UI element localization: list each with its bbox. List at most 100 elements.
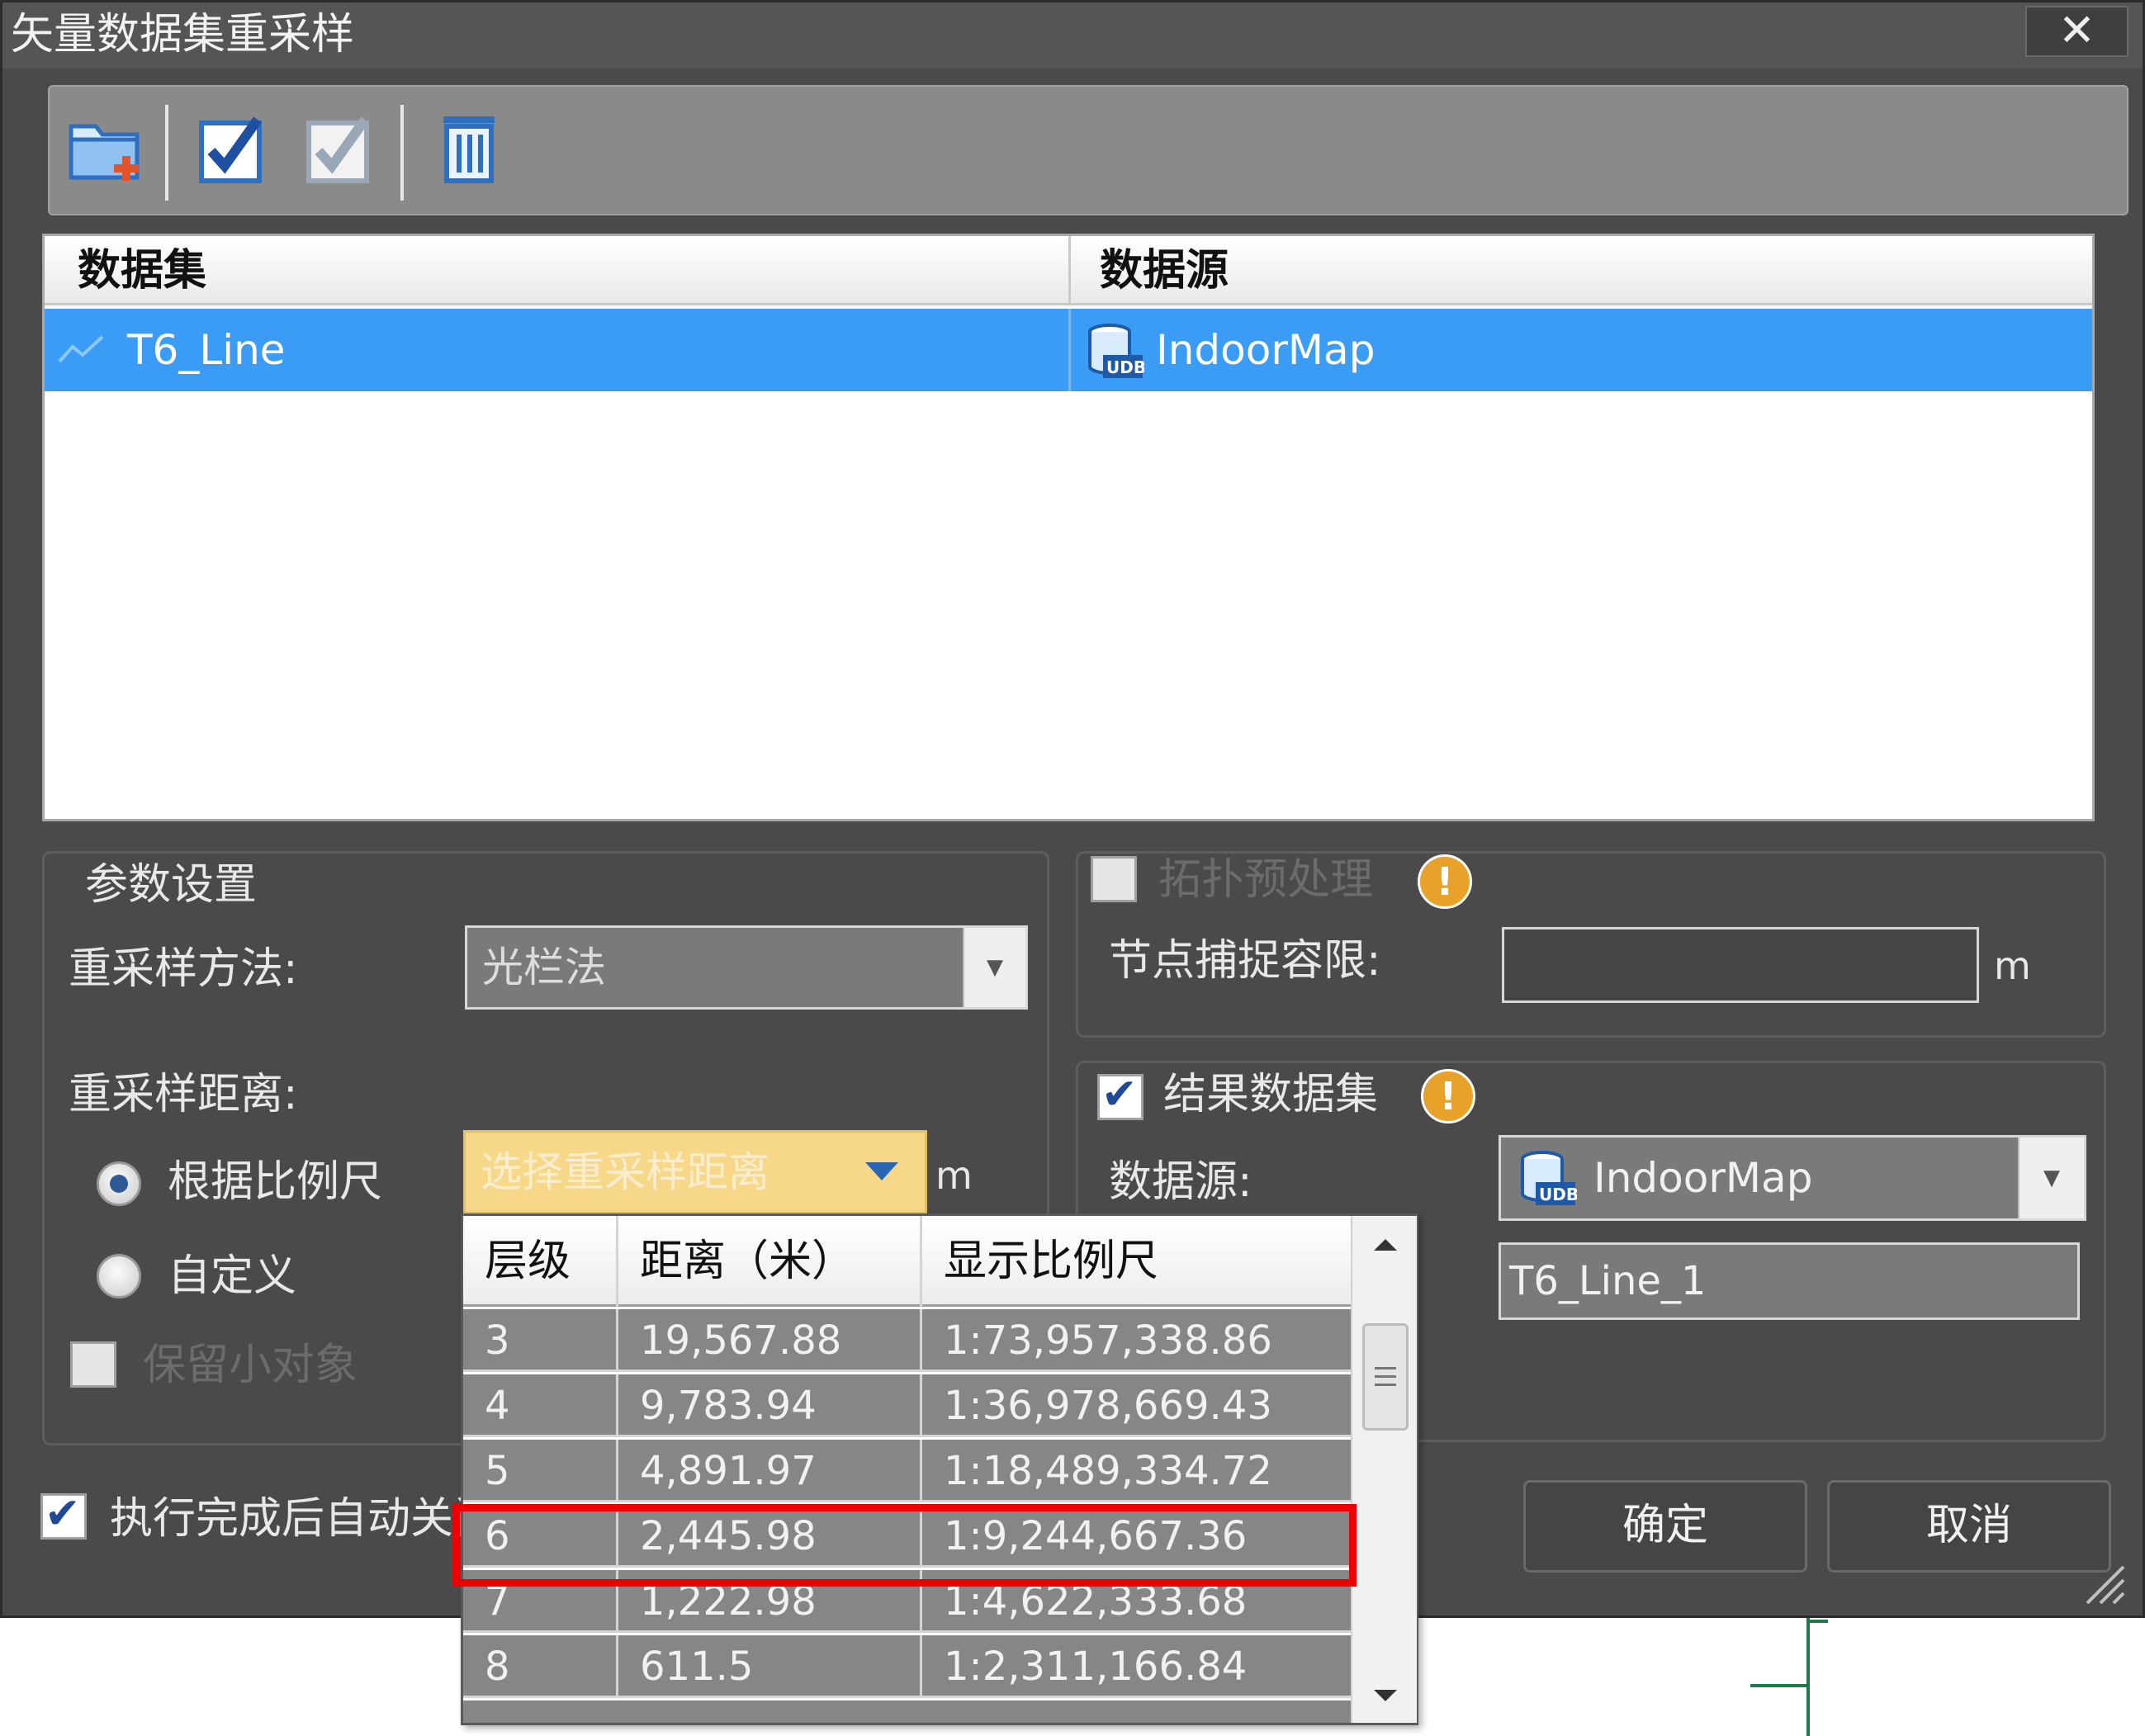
chevron-down-icon: ▼ xyxy=(987,955,1003,980)
column-header-dataset[interactable]: 数据集 xyxy=(78,236,1052,305)
database-udb-icon: UDB xyxy=(1521,1151,1577,1205)
row-distance: 611.5 xyxy=(640,1644,754,1690)
resize-grip-icon[interactable] xyxy=(2079,1559,2128,1608)
svg-text:UDB: UDB xyxy=(1106,357,1144,377)
dropdown-column-distance: 距离（米） xyxy=(640,1237,855,1286)
keep-small-objects-label: 保留小对象 xyxy=(143,1341,358,1390)
radio-custom-label[interactable]: 自定义 xyxy=(168,1249,296,1303)
background-line xyxy=(1750,1684,1808,1687)
toolbar xyxy=(48,85,2128,215)
row-level: 7 xyxy=(485,1578,510,1625)
check-all-icon xyxy=(199,116,262,183)
row-level: 3 xyxy=(485,1317,510,1364)
row-scale: 1:36,978,669.43 xyxy=(944,1383,1272,1429)
scroll-up-icon[interactable] xyxy=(1367,1232,1404,1257)
distance-dropdown-button[interactable] xyxy=(854,1149,912,1195)
list-header: 数据集 数据源 xyxy=(45,236,2092,305)
distance-combobox[interactable]: 选择重采样距离 xyxy=(463,1130,927,1214)
distance-dropdown-panel: 层级 距离（米） 显示比例尺 3 19,567.88 1:73,957,338.… xyxy=(461,1213,1418,1725)
result-title: 结果数据集 xyxy=(1163,1070,1379,1119)
method-value: 光栏法 xyxy=(482,944,606,991)
invert-selection-button[interactable] xyxy=(297,105,388,196)
row-distance: 1,222.98 xyxy=(640,1578,817,1625)
triangle-down-icon xyxy=(865,1162,898,1180)
ok-button[interactable]: 确定 xyxy=(1523,1480,1807,1573)
database-udb-icon: UDB xyxy=(1088,324,1144,378)
dropdown-row[interactable]: 3 19,567.88 1:73,957,338.86 xyxy=(463,1309,1351,1372)
row-scale: 1:9,244,667.36 xyxy=(944,1513,1248,1559)
chevron-down-icon: ▼ xyxy=(2043,1166,2060,1190)
result-dataset-value: T6_Line_1 xyxy=(1509,1258,1707,1304)
method-label: 重采样方法: xyxy=(69,944,298,994)
column-header-datasource[interactable]: 数据源 xyxy=(1100,236,2074,305)
svg-text:UDB: UDB xyxy=(1539,1185,1577,1204)
topology-checkbox[interactable] xyxy=(1091,856,1137,902)
result-warning-icon: ! xyxy=(1421,1069,1475,1123)
close-icon: ✕ xyxy=(2057,4,2096,56)
radio-by-scale-label[interactable]: 根据比例尺 xyxy=(168,1155,382,1209)
row-distance: 2,445.98 xyxy=(640,1513,817,1559)
title-bar: 矢量数据集重采样 ✕ xyxy=(2,2,2143,69)
select-all-button[interactable] xyxy=(190,105,281,196)
check-invert-icon xyxy=(306,116,369,183)
result-datasource-value: IndoorMap xyxy=(1593,1154,1813,1202)
keep-small-objects-checkbox[interactable] xyxy=(70,1341,116,1388)
snap-tolerance-input[interactable] xyxy=(1502,927,1979,1003)
row-level: 8 xyxy=(485,1644,510,1690)
delete-button[interactable] xyxy=(425,105,516,196)
radio-custom[interactable] xyxy=(97,1254,141,1298)
row-scale: 1:4,622,333.68 xyxy=(944,1578,1248,1625)
background-line xyxy=(1806,1618,1810,1736)
dropdown-row[interactable]: 4 9,783.94 1:36,978,669.43 xyxy=(463,1374,1351,1437)
grip-icon xyxy=(1375,1367,1396,1386)
distance-label: 重采样距离: xyxy=(69,1070,298,1119)
row-scale: 1:2,311,166.84 xyxy=(944,1644,1248,1690)
method-dropdown-button[interactable]: ▼ xyxy=(963,928,1025,1007)
method-combobox[interactable]: 光栏法 ▼ xyxy=(465,925,1028,1010)
dialog-title: 矢量数据集重采样 xyxy=(11,10,355,59)
radio-by-scale[interactable] xyxy=(97,1161,141,1206)
row-scale: 1:18,489,334.72 xyxy=(944,1448,1272,1494)
row-distance: 4,891.97 xyxy=(640,1448,817,1494)
dropdown-row-partial xyxy=(463,1701,1351,1723)
auto-close-label: 执行完成后自动关闭 xyxy=(110,1494,497,1544)
result-dataset-input[interactable]: T6_Line_1 xyxy=(1499,1242,2080,1320)
result-checkbox[interactable]: ✔ xyxy=(1097,1070,1144,1120)
snap-tolerance-label: 节点捕捉容限: xyxy=(1109,936,1381,986)
dropdown-scrollbar[interactable] xyxy=(1351,1216,1417,1723)
params-group-title: 参数设置 xyxy=(85,860,258,910)
line-dataset-icon xyxy=(58,335,104,363)
snap-tolerance-unit: m xyxy=(1994,944,2031,988)
row-level: 4 xyxy=(485,1383,510,1429)
topology-title: 拓扑预处理 xyxy=(1158,855,1374,905)
dropdown-column-level: 层级 xyxy=(485,1237,571,1286)
scrollbar-thumb[interactable] xyxy=(1362,1323,1409,1431)
scroll-down-icon[interactable] xyxy=(1367,1683,1404,1708)
auto-close-checkbox[interactable]: ✔ xyxy=(40,1489,87,1540)
toolbar-separator xyxy=(400,105,404,201)
column-divider[interactable] xyxy=(1068,236,1071,305)
row-level: 5 xyxy=(485,1448,510,1494)
row-level: 6 xyxy=(485,1513,510,1559)
dropdown-row[interactable]: 7 1,222.98 1:4,622,333.68 xyxy=(463,1570,1351,1633)
result-datasource-combobox[interactable]: UDB IndoorMap ▼ xyxy=(1499,1135,2086,1221)
dropdown-row-highlighted[interactable]: 6 2,445.98 1:9,244,667.36 xyxy=(463,1505,1351,1568)
row-distance: 19,567.88 xyxy=(640,1317,842,1364)
dropdown-header: 层级 距离（米） 显示比例尺 xyxy=(463,1216,1351,1307)
background-line xyxy=(1806,1620,1828,1623)
result-datasource-dropdown-button[interactable]: ▼ xyxy=(2018,1138,2084,1218)
checkmark-icon: ✔ xyxy=(45,1489,81,1539)
checkmark-icon: ✔ xyxy=(1101,1070,1138,1119)
dropdown-row[interactable]: 5 4,891.97 1:18,489,334.72 xyxy=(463,1440,1351,1502)
datasource-name: IndoorMap xyxy=(1156,326,1376,374)
distance-unit: m xyxy=(935,1153,973,1198)
dropdown-row[interactable]: 8 611.5 1:2,311,166.84 xyxy=(463,1635,1351,1698)
add-dataset-button[interactable] xyxy=(59,105,150,196)
close-button[interactable]: ✕ xyxy=(2025,6,2128,57)
toolbar-separator xyxy=(165,105,168,201)
result-datasource-label: 数据源: xyxy=(1109,1157,1252,1207)
cancel-button[interactable]: 取消 xyxy=(1827,1480,2111,1573)
trash-icon xyxy=(443,116,495,183)
table-row[interactable]: T6_Line UDB IndoorMap xyxy=(45,309,2092,391)
dropdown-column-scale: 显示比例尺 xyxy=(944,1237,1159,1286)
